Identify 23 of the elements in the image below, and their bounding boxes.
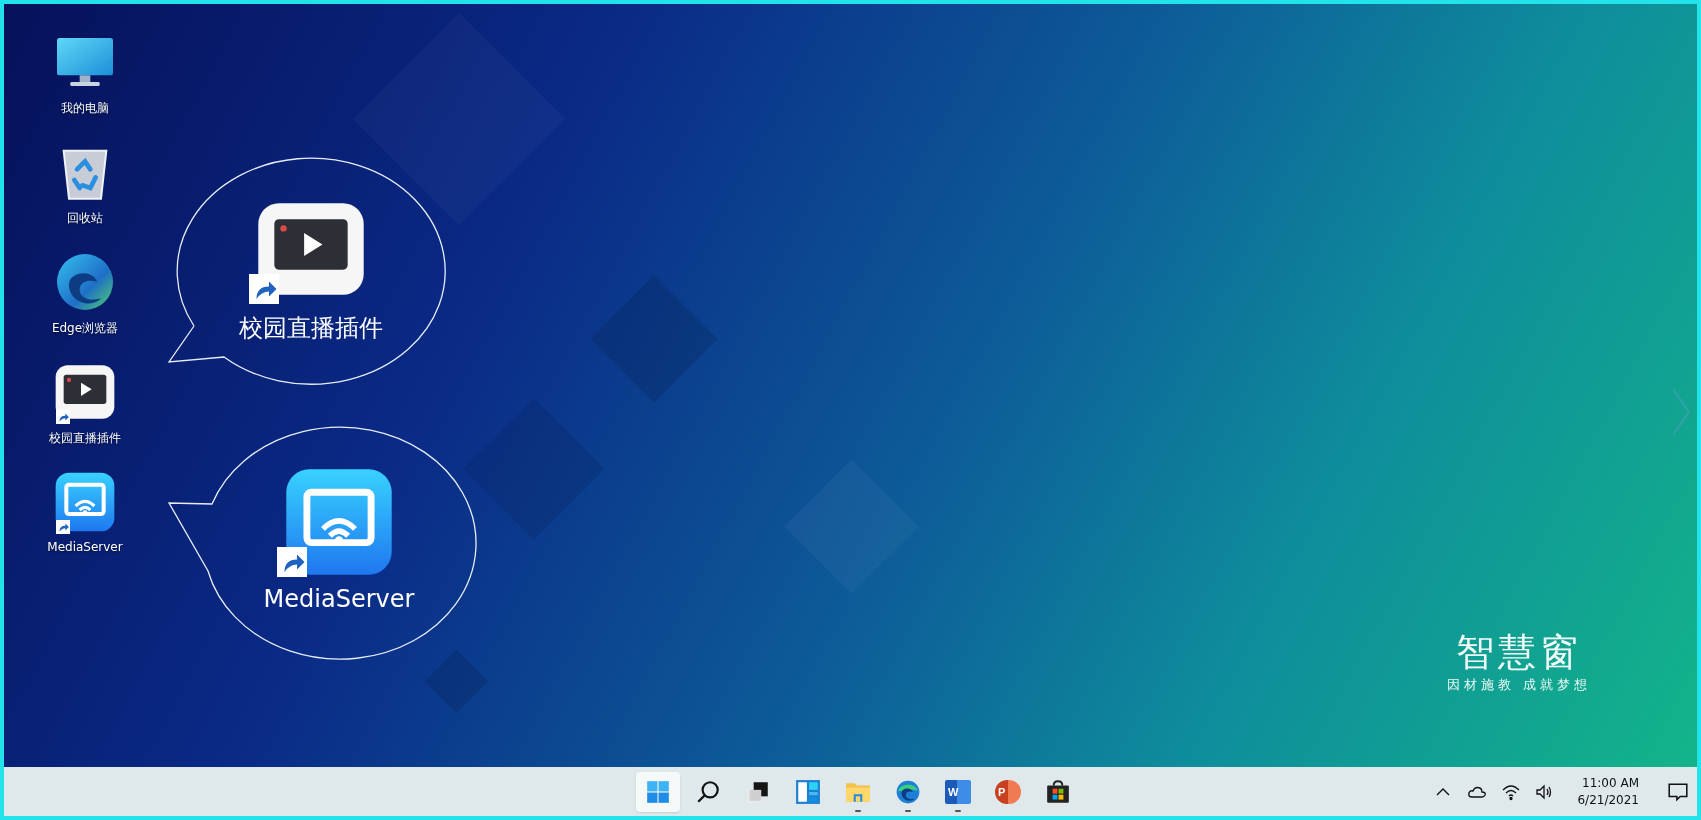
icon-label: MediaServer: [47, 540, 123, 554]
screen-cast-icon[interactable]: [53, 470, 117, 534]
windows-logo-icon: [645, 778, 671, 805]
icon-label: 我的电脑: [61, 100, 109, 117]
browser-icon: [895, 778, 921, 805]
word-button[interactable]: W: [936, 771, 980, 812]
icon-label: 校园直播插件: [49, 430, 121, 447]
logo-title: 智慧窗: [1456, 632, 1582, 674]
shopping-bag-icon: [1045, 778, 1071, 805]
word-icon: W: [945, 779, 971, 804]
start-button[interactable]: [636, 771, 680, 812]
icon-label: Edge浏览器: [51, 320, 119, 337]
callout-label: MediaServer: [263, 585, 415, 613]
presentation-icon: P: [995, 779, 1021, 804]
clock-button[interactable]: 11:00 AM 6/21/2021: [1577, 775, 1639, 808]
logo-slogan: 因材施教 成就梦想: [1446, 675, 1592, 694]
search-icon: [695, 778, 721, 805]
callout-label: 校园直播插件: [239, 313, 383, 344]
widgets-icon: [795, 778, 821, 805]
time-text: 11:00 AM: [1582, 775, 1639, 792]
presentation-button[interactable]: P: [986, 771, 1030, 812]
date-text: 6/21/2021: [1577, 791, 1639, 808]
icon-label: 回收站: [67, 210, 103, 227]
